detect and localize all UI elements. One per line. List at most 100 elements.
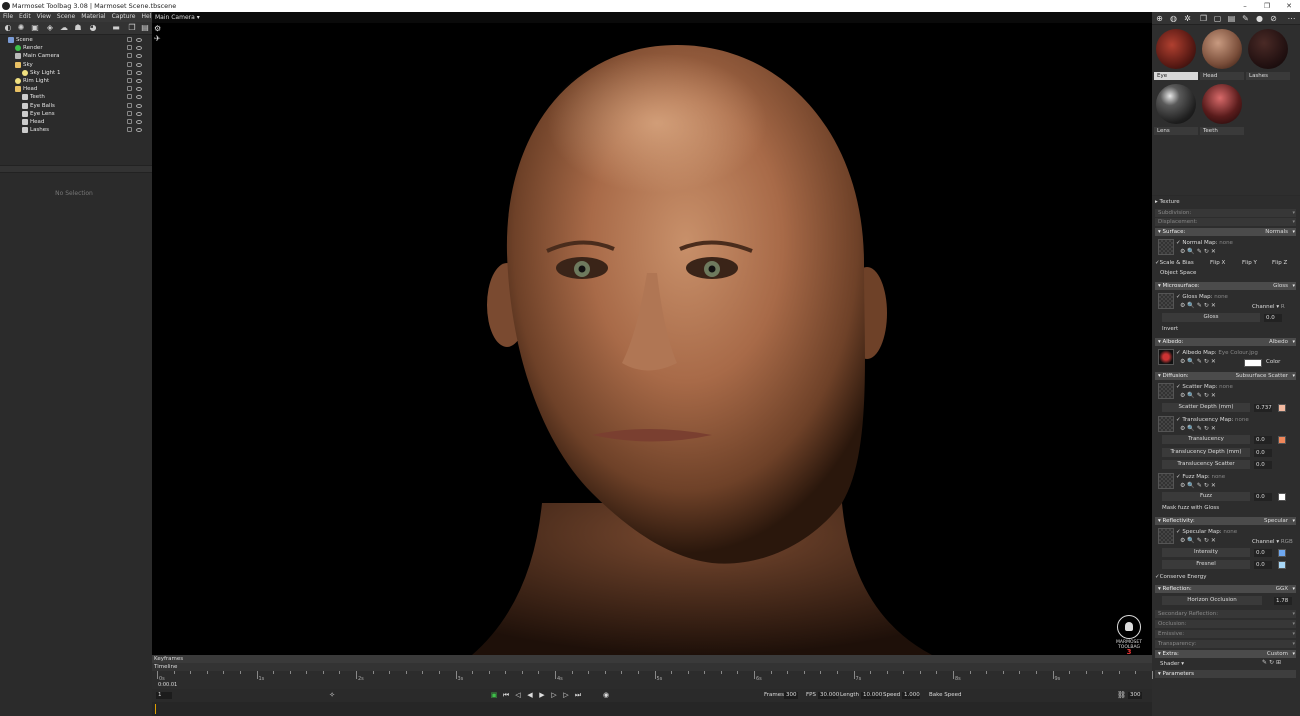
add-shadow-catcher-icon[interactable]: ◈ [46,24,54,32]
subdivision-header[interactable]: Subdivision: ▾ [1155,209,1296,217]
specular-map-thumbnail[interactable] [1158,528,1174,544]
chevron-down-icon[interactable]: ▾ [197,14,200,21]
playhead[interactable] [155,704,156,714]
new-material-icon[interactable]: ⊕ [1155,14,1164,23]
eye-icon[interactable] [136,70,142,75]
add-camera-icon[interactable]: ▣ [31,24,39,32]
reflection-header[interactable]: ▾ Reflection: GGX ▾ [1155,585,1296,593]
horizon-occlusion-value[interactable]: 1.78 [1274,597,1292,605]
outliner-item[interactable]: Teeth [0,93,148,101]
chevron-down-icon[interactable]: ▾ [1292,517,1295,525]
microsurface-type[interactable]: Gloss [1273,282,1288,290]
lock-icon[interactable] [127,86,132,92]
specular-channel-select[interactable]: Channel ▾ RGB [1252,537,1296,547]
menu-capture[interactable]: Capture [112,12,136,22]
fresnel-slider[interactable]: Fresnel [1162,560,1250,569]
shader-tools[interactable]: ✎↻⊞ [1262,659,1283,666]
intensity-value[interactable]: 0.0 [1254,549,1272,557]
occlusion-header[interactable]: Occlusion: ▾ [1155,620,1296,628]
material-eye[interactable]: Eye [1154,27,1198,80]
add-sphere-icon[interactable]: ◕ [89,24,97,32]
flip-x-checkbox[interactable]: Flip X [1210,258,1230,268]
maximize-button[interactable]: ❐ [1256,0,1278,12]
surface-header[interactable]: ▾ Surface: Normals ▾ [1155,228,1296,236]
chevron-down-icon[interactable]: ▾ [1292,282,1295,290]
step-back-icon[interactable]: ◁ [514,691,522,699]
scale-bias-checkbox[interactable]: Scale & Bias [1160,260,1194,266]
timeline-bar[interactable]: Timeline [152,663,1152,671]
lock-icon[interactable] [127,110,132,116]
chevron-down-icon[interactable]: ▾ [1292,585,1295,593]
eye-icon[interactable] [136,46,142,51]
outliner-item[interactable]: Head [0,85,148,93]
fps-field[interactable]: 30.000 [818,692,839,699]
eye-icon[interactable] [136,120,142,124]
outliner-item[interactable]: Eye Lens [0,110,148,118]
invert-checkbox[interactable]: Invert [1162,324,1222,334]
mask-fuzz-checkbox[interactable]: Mask fuzz with Gloss [1162,503,1262,513]
eye-icon[interactable] [136,38,142,42]
albedo-map-thumbnail[interactable] [1158,349,1174,365]
menu-material[interactable]: Material [81,12,105,22]
link-icon[interactable]: ⛓ [1117,691,1126,699]
lock-icon[interactable] [127,45,132,51]
translucency-slider[interactable]: Translucency [1162,435,1250,444]
map-tools[interactable]: ⚙🔍✎↻✕ [1180,248,1218,255]
intensity-color-swatch[interactable] [1278,549,1286,557]
albedo-color-swatch[interactable] [1244,359,1262,367]
outliner-item[interactable]: Scene [0,36,148,44]
horizon-occlusion-slider[interactable]: Horizon Occlusion [1162,596,1262,605]
material-lens[interactable]: Lens [1154,82,1198,135]
scatter-depth-slider[interactable]: Scatter Depth (mm) [1162,403,1250,412]
add-folder-icon[interactable]: ▬ [112,24,120,32]
gloss-slider[interactable]: Gloss [1162,313,1260,322]
paste-material-icon[interactable]: ▢ [1213,14,1222,23]
eye-icon[interactable] [136,95,142,100]
delete-material-icon[interactable]: ▤ [1227,14,1236,23]
material-grid-icon[interactable]: ✲ [1183,14,1192,23]
add-sky-icon[interactable]: ☗ [74,24,82,32]
translucency-depth-value[interactable]: 0.0 [1254,449,1272,457]
reflection-type[interactable]: GGX [1276,585,1288,593]
lock-icon[interactable] [127,94,132,100]
translucency-depth-slider[interactable]: Translucency Depth (mm) [1162,448,1250,457]
no-entry-icon[interactable]: ⊘ [1269,14,1278,23]
map-tools[interactable]: ⚙🔍✎↻✕ [1180,537,1218,544]
chevron-down-icon[interactable]: ▾ [1292,209,1295,217]
flip-z-checkbox[interactable]: Flip Z [1272,258,1292,268]
material-head[interactable]: Head [1200,27,1244,80]
frame-field[interactable]: 1 [156,692,172,699]
scatter-depth-value[interactable]: 0.737 [1254,404,1272,412]
outliner-item[interactable]: Head [0,118,148,126]
intensity-slider[interactable]: Intensity [1162,548,1250,557]
scatter-color-swatch[interactable] [1278,404,1286,412]
translucency-value[interactable]: 0.0 [1254,436,1272,444]
menu-edit[interactable]: Edit [19,12,31,22]
extra-header[interactable]: ▾ Extra: Custom ▾ [1155,650,1296,658]
end-frame-field[interactable]: 300 [1128,692,1142,699]
translucency-color-swatch[interactable] [1278,436,1286,444]
outliner-item[interactable]: Lashes [0,126,148,134]
chevron-down-icon[interactable]: ▾ [1292,610,1295,618]
timeline-ruler[interactable]: 0s 1s 2s 3s 4s 5s 6s 7s 8s 9s 0:00.01 [152,671,1153,689]
add-object-icon[interactable]: ◐ [4,24,12,32]
length-field[interactable]: 10.000 [861,692,882,699]
flip-y-checkbox[interactable]: Flip Y [1242,258,1262,268]
snap-icon[interactable]: ✧ [328,691,336,699]
fresnel-color-swatch[interactable] [1278,561,1286,569]
shader-select[interactable]: Shader ▾ [1160,659,1200,669]
secondary-reflection-header[interactable]: Secondary Reflection: ▾ [1155,610,1296,618]
more-options-icon[interactable]: ⋯ [1287,14,1296,23]
panel-splitter[interactable] [0,165,152,173]
emissive-header[interactable]: Emissive: ▾ [1155,630,1296,638]
chevron-down-icon[interactable]: ▾ [1292,372,1295,380]
microsurface-header[interactable]: ▾ Microsurface: Gloss ▾ [1155,282,1296,290]
lock-icon[interactable] [127,61,132,67]
lock-icon[interactable] [127,69,132,75]
normal-map-thumbnail[interactable] [1158,239,1174,255]
eye-icon[interactable] [136,111,142,116]
play-icon[interactable]: ▶ [538,691,546,699]
scatter-map-thumbnail[interactable] [1158,383,1174,399]
render-viewport[interactable]: ⚙ ✈ MARMOSET TOOLBAG 3 [152,23,1152,655]
transparency-header[interactable]: Transparency: ▾ [1155,640,1296,648]
